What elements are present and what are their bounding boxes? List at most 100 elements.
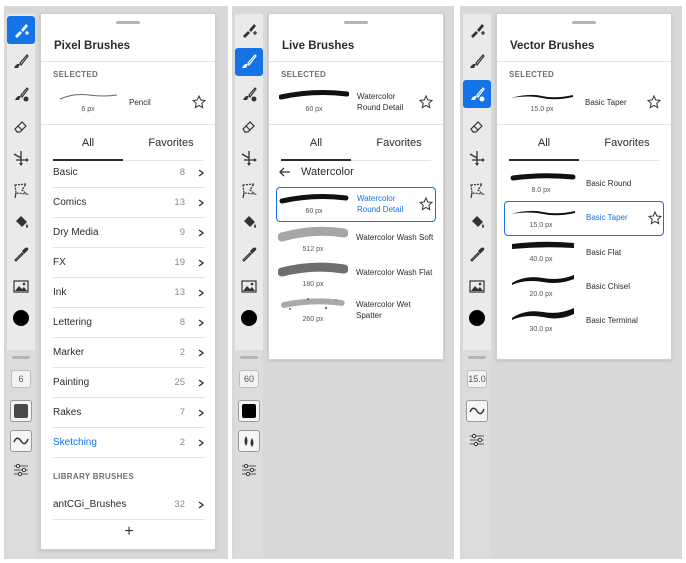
category-name: FX bbox=[53, 257, 66, 268]
tab-favorites[interactable]: Favorites bbox=[131, 125, 211, 161]
vector-brush-tool[interactable] bbox=[463, 80, 491, 108]
category-count: 8 bbox=[179, 167, 185, 178]
category-name: Painting bbox=[53, 377, 90, 388]
live-brushes-panel: Live Brushes SELECTED 60 px Watercolor R… bbox=[268, 13, 444, 360]
favorite-star-icon[interactable] bbox=[647, 95, 661, 109]
brush-item-watercolor-wash-flat[interactable]: 180 px Watercolor Wash Flat bbox=[276, 259, 436, 294]
live-brush-tool[interactable] bbox=[235, 48, 263, 76]
category-row-dry-media[interactable]: Dry Media 9 bbox=[53, 218, 205, 248]
category-name: Marker bbox=[53, 347, 85, 358]
tab-favorites[interactable]: Favorites bbox=[359, 125, 439, 161]
water-flow-button[interactable] bbox=[238, 430, 260, 452]
brush-add-icon bbox=[471, 24, 485, 38]
lasso-tool[interactable] bbox=[235, 176, 263, 204]
brush-size-value[interactable]: 6 bbox=[11, 370, 31, 388]
brush-name-line1: Watercolor bbox=[357, 194, 396, 203]
eyedropper-icon bbox=[470, 247, 485, 262]
opacity-swatch[interactable] bbox=[10, 400, 32, 422]
brush-item-watercolor-wash-soft[interactable]: 512 px Watercolor Wash Soft bbox=[276, 224, 436, 259]
smoothing-button[interactable] bbox=[466, 400, 488, 422]
chevron-right-icon bbox=[198, 378, 205, 387]
tab-all[interactable]: All bbox=[509, 125, 579, 161]
brush-item-basic-chisel[interactable]: 20.0 px Basic Chisel bbox=[504, 270, 664, 305]
panel-drag-handle[interactable] bbox=[344, 21, 368, 24]
brush-item-basic-taper[interactable]: 15.0 px Basic Taper bbox=[504, 201, 664, 236]
category-row-marker[interactable]: Marker 2 bbox=[53, 338, 205, 368]
fill-tool[interactable] bbox=[7, 208, 35, 236]
pixel-brush-tool[interactable] bbox=[463, 16, 491, 44]
panel-drag-handle[interactable] bbox=[116, 21, 140, 24]
brush-size-label: 8.0 px bbox=[531, 187, 551, 194]
color-tool[interactable] bbox=[463, 304, 491, 332]
move-tool[interactable] bbox=[235, 144, 263, 172]
live-brush-tool[interactable] bbox=[463, 48, 491, 76]
color-tool[interactable] bbox=[235, 304, 263, 332]
tab-all[interactable]: All bbox=[53, 125, 123, 161]
lasso-tool[interactable] bbox=[7, 176, 35, 204]
brush-size-value[interactable]: 15.0 bbox=[467, 370, 487, 388]
category-row-basic[interactable]: Basic 8 bbox=[53, 158, 205, 188]
category-name: Lettering bbox=[53, 317, 92, 328]
category-row-ink[interactable]: Ink 13 bbox=[53, 278, 205, 308]
category-row-sketching[interactable]: Sketching 2 bbox=[53, 428, 205, 458]
tab-favorites[interactable]: Favorites bbox=[587, 125, 667, 161]
selected-brush-size: 15.0 px bbox=[530, 106, 554, 113]
brush-size-value[interactable]: 60 bbox=[239, 370, 259, 388]
move-tool[interactable] bbox=[463, 144, 491, 172]
category-count: 25 bbox=[174, 377, 185, 388]
brush-item-watercolor-round-detail[interactable]: 60 px Watercolor Round Detail bbox=[276, 187, 436, 222]
favorite-star-icon[interactable] bbox=[419, 197, 433, 211]
tab-all-underline bbox=[509, 159, 579, 161]
eyedropper-tool[interactable] bbox=[235, 240, 263, 268]
category-row-painting[interactable]: Painting 25 bbox=[53, 368, 205, 398]
vector-brush-tool[interactable] bbox=[7, 80, 35, 108]
library-row-antcgi-brushes[interactable]: antCGi_Brushes 32 bbox=[53, 490, 205, 520]
pixel-brush-tool[interactable] bbox=[7, 16, 35, 44]
brush-item-watercolor-wet-spatter[interactable]: 260 px Watercolor Wet Spatter bbox=[276, 294, 436, 329]
eyedropper-tool[interactable] bbox=[463, 240, 491, 268]
smoothing-button[interactable] bbox=[10, 430, 32, 452]
vector-brush-tool[interactable] bbox=[235, 80, 263, 108]
opacity-swatch[interactable] bbox=[238, 400, 260, 422]
image-tool[interactable] bbox=[463, 272, 491, 300]
color-tool[interactable] bbox=[7, 304, 35, 332]
arrow-left-icon bbox=[279, 167, 290, 177]
favorite-star-icon[interactable] bbox=[419, 95, 433, 109]
eraser-tool[interactable] bbox=[235, 112, 263, 140]
brush-settings-button[interactable] bbox=[235, 456, 263, 484]
category-name: Ink bbox=[53, 287, 67, 298]
image-tool[interactable] bbox=[7, 272, 35, 300]
category-name: Sketching bbox=[53, 437, 97, 448]
add-library-button[interactable]: + bbox=[121, 524, 137, 540]
category-row-rakes[interactable]: Rakes 7 bbox=[53, 398, 205, 428]
brush-item-basic-flat[interactable]: 40.0 px Basic Flat bbox=[504, 236, 664, 271]
chevron-right-icon bbox=[198, 318, 205, 327]
image-tool[interactable] bbox=[235, 272, 263, 300]
favorite-star-icon[interactable] bbox=[192, 95, 206, 109]
eraser-tool[interactable] bbox=[7, 112, 35, 140]
eraser-tool[interactable] bbox=[463, 112, 491, 140]
brush-add-icon bbox=[243, 24, 257, 38]
category-row-lettering[interactable]: Lettering 8 bbox=[53, 308, 205, 338]
lasso-icon bbox=[14, 183, 29, 199]
tab-all[interactable]: All bbox=[281, 125, 351, 161]
fill-tool[interactable] bbox=[463, 208, 491, 236]
lasso-tool[interactable] bbox=[463, 176, 491, 204]
pixel-brush-tool[interactable] bbox=[235, 16, 263, 44]
favorite-star-icon[interactable] bbox=[648, 211, 662, 225]
panel-drag-handle[interactable] bbox=[572, 21, 596, 24]
category-row-fx[interactable]: FX 19 bbox=[53, 248, 205, 278]
brush-settings-button[interactable] bbox=[463, 426, 491, 454]
brush-item-basic-round[interactable]: 8.0 px Basic Round bbox=[504, 167, 664, 202]
category-row-comics[interactable]: Comics 13 bbox=[53, 188, 205, 218]
brush-settings-button[interactable] bbox=[7, 456, 35, 484]
live-brush-tool[interactable] bbox=[7, 48, 35, 76]
brush-name: Basic Round bbox=[586, 179, 632, 188]
brush-name: Basic Chisel bbox=[586, 282, 631, 291]
tab-all-underline bbox=[281, 159, 351, 161]
move-tool[interactable] bbox=[7, 144, 35, 172]
back-to-categories[interactable]: Watercolor bbox=[279, 164, 354, 180]
brush-item-basic-terminal[interactable]: 30.0 px Basic Terminal bbox=[504, 304, 664, 339]
eyedropper-tool[interactable] bbox=[7, 240, 35, 268]
fill-tool[interactable] bbox=[235, 208, 263, 236]
